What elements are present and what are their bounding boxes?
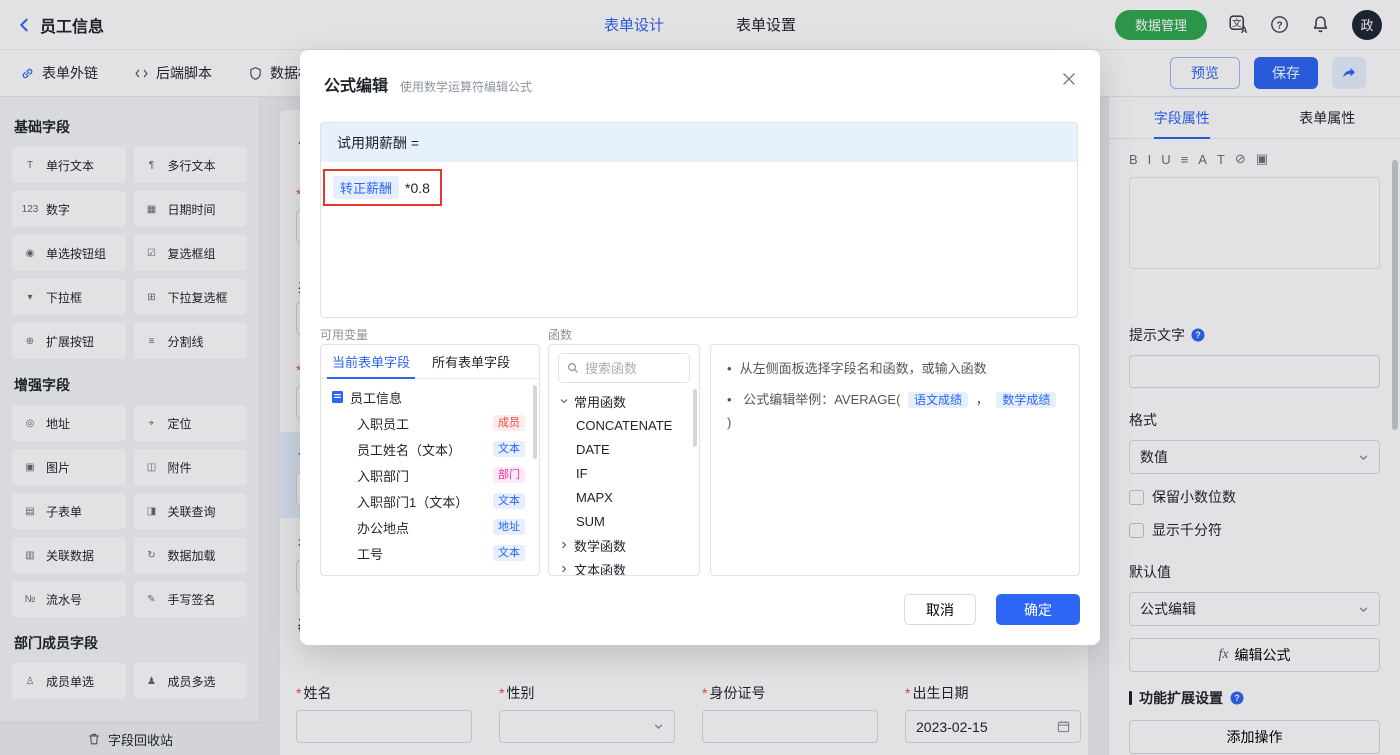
formula-editor-modal: 公式编辑 使用数学运算符编辑公式 试用期薪酬 = 转正薪酬 *0.8 可用变量 … bbox=[300, 50, 1100, 645]
variable-type-tag: 文本 bbox=[493, 544, 525, 562]
function-item[interactable]: IF bbox=[549, 461, 699, 485]
variable-type-tag: 文本 bbox=[493, 440, 525, 458]
variable-type-tag: 成员 bbox=[493, 414, 525, 432]
function-group-label: 文本函数 bbox=[574, 562, 627, 576]
help-example-separator: ， bbox=[975, 391, 989, 407]
help-example-prefix: 公式编辑举例：AVERAGE( bbox=[743, 391, 901, 407]
variables-root-node[interactable]: 员工信息 bbox=[321, 384, 539, 410]
variables-scrollbar[interactable] bbox=[533, 385, 537, 459]
root-node-label: 员工信息 bbox=[350, 390, 403, 406]
variable-name: 工号 bbox=[357, 546, 384, 562]
variable-row[interactable]: 办公地点 地址 bbox=[321, 514, 539, 540]
modal-title: 公式编辑 bbox=[324, 78, 389, 95]
tab-current-form-fields[interactable]: 当前表单字段 bbox=[321, 345, 421, 379]
variables-panel: 当前表单字段 所有表单字段 员工信息 入职员工 成员 员工姓名（文本） 文本 入… bbox=[320, 344, 540, 576]
example-field-chip: 语文成绩 bbox=[908, 391, 969, 408]
help-line-1: 从左侧面板选择字段名和函数，或输入函数 bbox=[727, 358, 1063, 381]
function-group-label: 数学函数 bbox=[574, 538, 627, 554]
function-group-text[interactable]: 文本函数 bbox=[549, 557, 699, 576]
modal-header: 公式编辑 使用数学运算符编辑公式 bbox=[300, 50, 1100, 96]
function-search-box bbox=[558, 353, 690, 383]
variable-row[interactable]: 入职部门 部门 bbox=[321, 462, 539, 488]
tab-all-form-fields[interactable]: 所有表单字段 bbox=[421, 345, 521, 378]
modal-footer: 取消 确定 bbox=[904, 594, 1080, 625]
annotation-red-box: 转正薪酬 *0.8 bbox=[323, 169, 442, 206]
document-icon bbox=[331, 390, 344, 404]
function-group-label: 常用函数 bbox=[574, 394, 627, 410]
formula-input-area[interactable]: 转正薪酬 *0.8 bbox=[321, 162, 1077, 206]
app-root: 员工信息 表单设计 表单设置 数据管理 文A ? 政 表单外链 后端脚本 数据权… bbox=[0, 0, 1400, 755]
chevron-down-icon bbox=[559, 396, 569, 406]
variable-name: 入职员工 bbox=[357, 416, 410, 432]
example-field-chip: 数学成绩 bbox=[996, 391, 1057, 408]
chevron-right-icon bbox=[559, 564, 569, 574]
functions-label: 函数 bbox=[548, 328, 573, 342]
formula-help-panel: 从左侧面板选择字段名和函数，或输入函数 公式编辑举例：AVERAGE( 语文成绩… bbox=[710, 344, 1080, 576]
close-icon[interactable] bbox=[1060, 70, 1078, 88]
function-items: CONCATENATE DATE IF MAPX SUM bbox=[549, 413, 699, 533]
chevron-right-icon bbox=[559, 540, 569, 550]
variable-rows: 入职员工 成员 员工姓名（文本） 文本 入职部门 部门 入职部门1（文本） 文本… bbox=[321, 410, 539, 566]
cancel-button[interactable]: 取消 bbox=[904, 594, 976, 625]
variable-name: 员工姓名（文本） bbox=[357, 442, 462, 458]
variable-name: 入职部门 bbox=[357, 468, 410, 484]
variables-label: 可用变量 bbox=[320, 328, 369, 342]
confirm-button[interactable]: 确定 bbox=[996, 594, 1080, 625]
formula-field-chip: 转正薪酬 bbox=[333, 176, 400, 199]
function-search-input[interactable] bbox=[585, 360, 685, 376]
variable-name: 入职部门1（文本） bbox=[357, 494, 469, 510]
formula-target: 试用期薪酬 = bbox=[321, 123, 1077, 162]
variable-type-tag: 地址 bbox=[493, 518, 525, 536]
variable-type-tag: 文本 bbox=[493, 492, 525, 510]
function-group-common[interactable]: 常用函数 bbox=[549, 389, 699, 413]
search-icon bbox=[567, 362, 579, 374]
functions-scrollbar[interactable] bbox=[693, 389, 697, 447]
variable-type-tag: 部门 bbox=[493, 466, 525, 484]
variable-name: 办公地点 bbox=[357, 520, 410, 536]
formula-expression: *0.8 bbox=[405, 179, 430, 196]
help-line-2: 公式编辑举例：AVERAGE( 语文成绩 ， 数学成绩 ) bbox=[727, 389, 1063, 435]
function-item[interactable]: SUM bbox=[549, 509, 699, 533]
variable-row[interactable]: 入职部门1（文本） 文本 bbox=[321, 488, 539, 514]
help-example-suffix: ) bbox=[727, 414, 732, 430]
variable-row[interactable]: 工号 文本 bbox=[321, 540, 539, 566]
functions-panel: 常用函数 CONCATENATE DATE IF MAPX SUM bbox=[548, 344, 700, 576]
variables-tabs: 当前表单字段 所有表单字段 bbox=[321, 345, 539, 379]
variable-row[interactable]: 员工姓名（文本） 文本 bbox=[321, 436, 539, 462]
function-item[interactable]: CONCATENATE bbox=[549, 413, 699, 437]
formula-editor-box: 试用期薪酬 = 转正薪酬 *0.8 bbox=[320, 122, 1078, 318]
variables-list: 员工信息 入职员工 成员 员工姓名（文本） 文本 入职部门 部门 入职部门1（文… bbox=[321, 379, 539, 566]
variable-row[interactable]: 入职员工 成员 bbox=[321, 410, 539, 436]
modal-subtitle: 使用数学运算符编辑公式 bbox=[400, 80, 533, 94]
function-item[interactable]: MAPX bbox=[549, 485, 699, 509]
function-group-math[interactable]: 数学函数 bbox=[549, 533, 699, 557]
function-item[interactable]: DATE bbox=[549, 437, 699, 461]
